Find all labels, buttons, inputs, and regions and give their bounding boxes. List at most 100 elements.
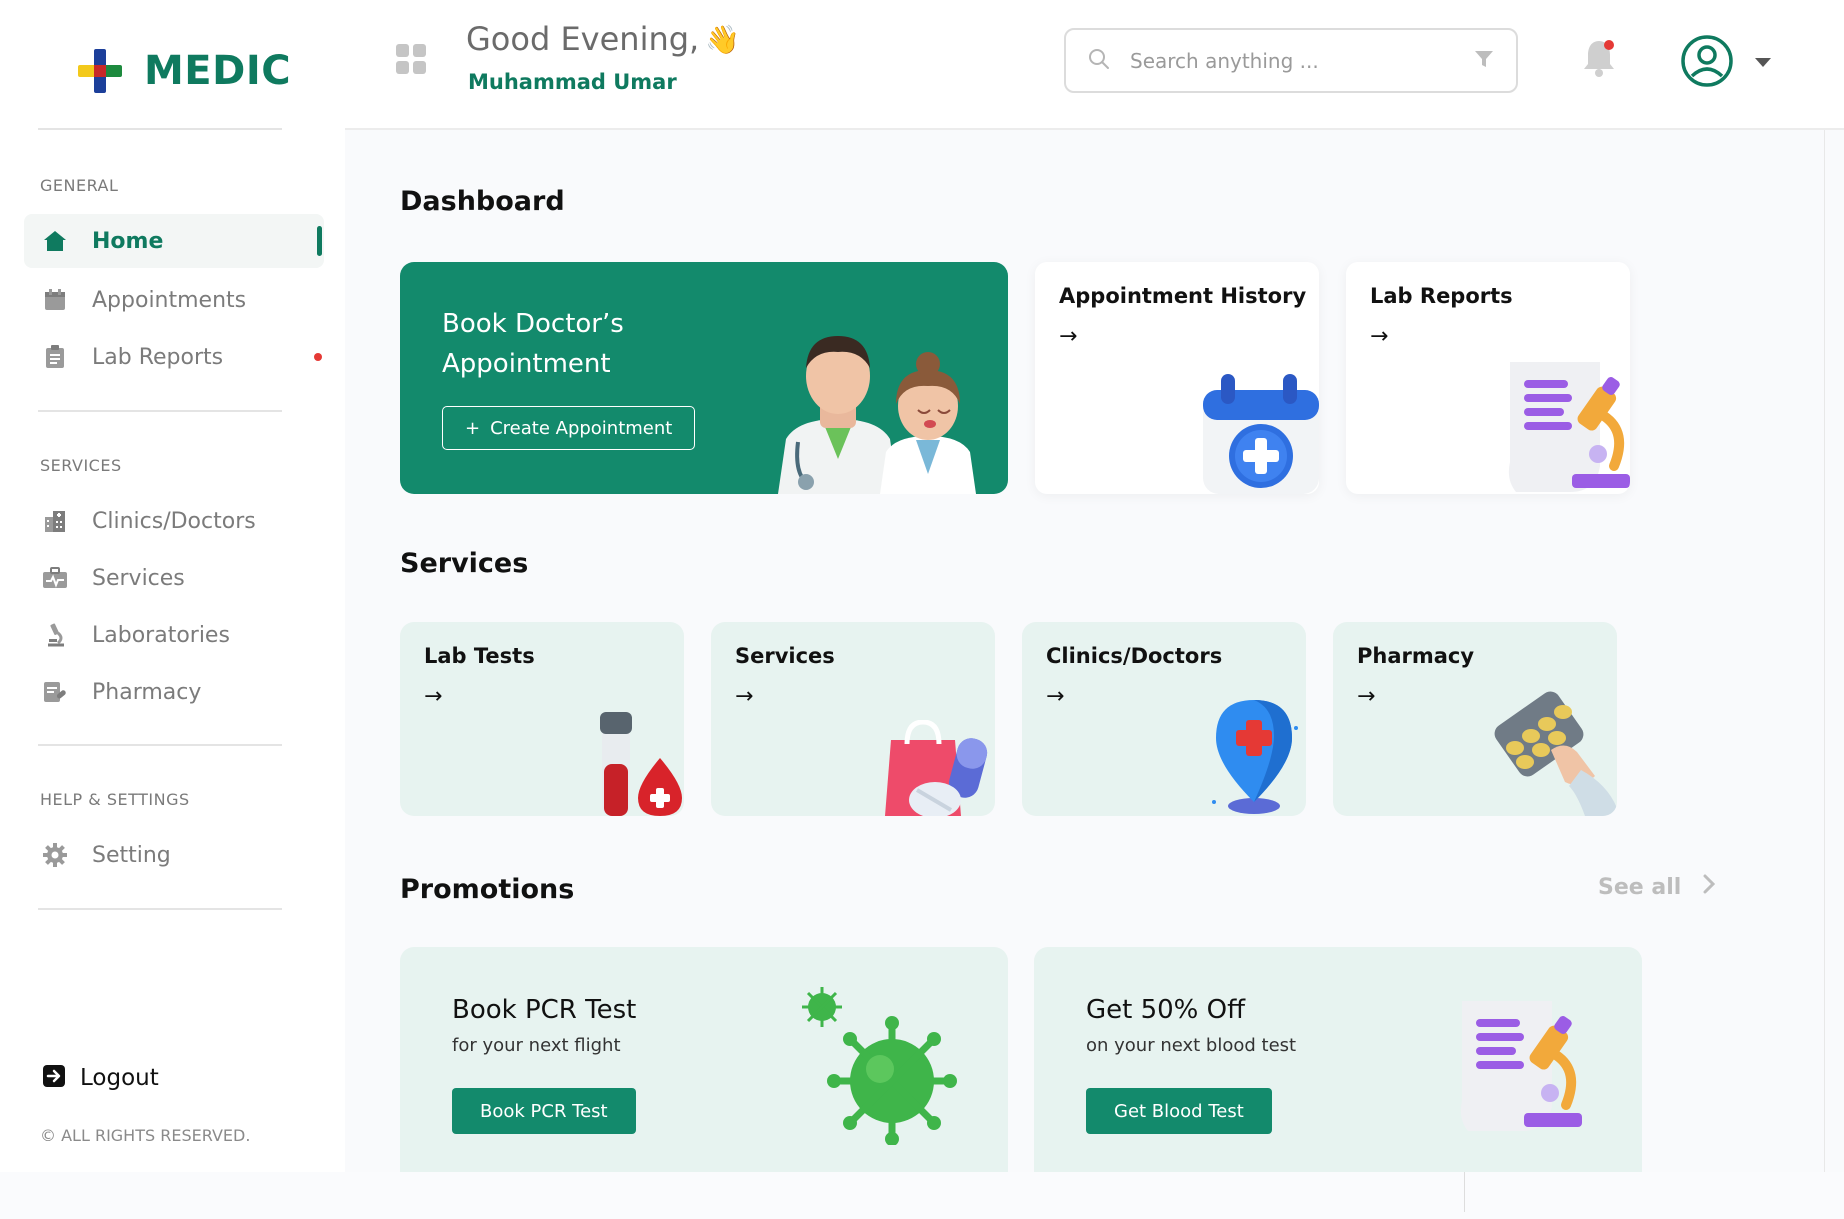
sidebar-item-lab-reports[interactable]: Lab Reports bbox=[24, 330, 324, 384]
brand-name: MEDIC bbox=[144, 48, 292, 94]
prescription-icon bbox=[42, 679, 68, 705]
user-avatar[interactable] bbox=[1680, 34, 1734, 92]
lab-tests-card[interactable]: Lab Tests → bbox=[400, 622, 684, 816]
apps-grid-icon[interactable] bbox=[396, 44, 426, 78]
book-appointment-card: Book Doctor’s Appointment + Create Appoi… bbox=[400, 262, 1008, 494]
book-pcr-test-button[interactable]: Book PCR Test bbox=[452, 1088, 636, 1134]
search-input[interactable] bbox=[1130, 48, 1454, 73]
waving-hand-icon: 👋 bbox=[705, 22, 741, 56]
footer-divider bbox=[1464, 1172, 1465, 1212]
dashboard-heading: Dashboard bbox=[400, 186, 565, 217]
sidebar-divider bbox=[38, 744, 282, 746]
sidebar-item-setting[interactable]: Setting bbox=[24, 828, 324, 882]
search-icon bbox=[1088, 48, 1110, 74]
calendar-plus-icon bbox=[1203, 374, 1319, 494]
sidebar-item-appointments[interactable]: Appointments bbox=[24, 273, 324, 327]
promo-card-blood-test: Get 50% Off on your next blood test Get … bbox=[1034, 947, 1642, 1172]
sidebar-item-label: Services bbox=[92, 565, 185, 591]
virus-icon bbox=[802, 987, 957, 1145]
sidebar-divider bbox=[38, 908, 282, 910]
sidebar-divider bbox=[38, 128, 282, 130]
chevron-down-icon[interactable] bbox=[1754, 54, 1772, 73]
location-pin-icon bbox=[1212, 700, 1298, 814]
promo-subtitle: on your next blood test bbox=[1086, 1035, 1297, 1056]
doctors-illustration bbox=[778, 336, 976, 494]
medicine-bag-icon bbox=[885, 720, 988, 816]
card-title: Lab Tests bbox=[424, 644, 535, 668]
microscope-icon bbox=[42, 622, 68, 648]
promo-subtitle: for your next flight bbox=[452, 1035, 621, 1056]
lab-report-microscope-icon bbox=[1508, 362, 1630, 492]
user-name: Muhammad Umar bbox=[468, 70, 677, 94]
sidebar-item-label: Pharmacy bbox=[92, 679, 202, 705]
calendar-icon bbox=[42, 287, 68, 313]
sidebar-item-laboratories[interactable]: Laboratories bbox=[24, 608, 324, 662]
lab-report-microscope-icon bbox=[1460, 1001, 1582, 1131]
notification-dot bbox=[314, 353, 322, 361]
logout-icon bbox=[42, 1064, 66, 1092]
content-edge bbox=[1824, 130, 1825, 1172]
section-label-services: SERVICES bbox=[40, 456, 122, 475]
sidebar-item-label: Lab Reports bbox=[92, 344, 224, 370]
sidebar-divider bbox=[38, 410, 282, 412]
brand-logo[interactable]: MEDIC bbox=[78, 48, 291, 94]
filter-icon[interactable] bbox=[1474, 49, 1494, 73]
greeting-text: Good Evening, bbox=[466, 20, 700, 58]
page-footer-strip bbox=[0, 1172, 1844, 1219]
sidebar-item-label: Laboratories bbox=[92, 622, 230, 648]
card-title: Lab Reports bbox=[1370, 284, 1513, 308]
create-appointment-label: Create Appointment bbox=[490, 417, 673, 439]
plus-icon: + bbox=[465, 417, 481, 439]
clipboard-icon bbox=[42, 344, 68, 370]
appointment-history-card[interactable]: Appointment History → bbox=[1035, 262, 1319, 494]
services-card[interactable]: Services → bbox=[711, 622, 995, 816]
card-title: Clinics/Doctors bbox=[1046, 644, 1223, 668]
promo-title: Book PCR Test bbox=[452, 995, 637, 1025]
pharmacy-card[interactable]: Pharmacy → bbox=[1333, 622, 1617, 816]
promo-card-pcr: Book PCR Test for your next flight Book … bbox=[400, 947, 1008, 1172]
pill-blister-icon bbox=[1494, 691, 1617, 816]
see-all-label: See all bbox=[1598, 874, 1682, 900]
medical-bag-icon bbox=[42, 565, 68, 591]
hospital-building-icon bbox=[42, 508, 68, 534]
logout-button[interactable]: Logout bbox=[42, 1064, 159, 1092]
search-bar bbox=[1064, 28, 1518, 93]
clinics-doctors-card[interactable]: Clinics/Doctors → bbox=[1022, 622, 1306, 816]
sidebar-item-label: Clinics/Doctors bbox=[92, 508, 256, 534]
arrow-right-icon: → bbox=[1059, 324, 1078, 349]
sidebar-item-label: Appointments bbox=[92, 287, 247, 313]
arrow-right-icon: → bbox=[1357, 684, 1376, 709]
sidebar-item-clinics-doctors[interactable]: Clinics/Doctors bbox=[24, 494, 324, 548]
sidebar-item-services[interactable]: Services bbox=[24, 551, 324, 605]
logout-label: Logout bbox=[80, 1065, 159, 1091]
arrow-right-icon: → bbox=[735, 684, 754, 709]
card-title: Appointment History bbox=[1059, 284, 1307, 308]
chevron-right-icon bbox=[1703, 874, 1716, 900]
services-heading: Services bbox=[400, 548, 529, 579]
arrow-right-icon: → bbox=[1046, 684, 1065, 709]
create-appointment-button[interactable]: + Create Appointment bbox=[442, 406, 696, 450]
blood-test-tube-icon bbox=[600, 712, 682, 816]
promo-title: Get 50% Off bbox=[1086, 995, 1246, 1025]
arrow-right-icon: → bbox=[1370, 324, 1389, 349]
sidebar-item-home[interactable]: Home bbox=[24, 214, 324, 268]
card-title: Services bbox=[735, 644, 835, 668]
sidebar: MEDIC GENERAL Home Appointments Lab Repo… bbox=[0, 0, 345, 1172]
section-label-general: GENERAL bbox=[40, 176, 119, 195]
notification-dot bbox=[1604, 40, 1614, 50]
sidebar-item-label: Setting bbox=[92, 842, 171, 868]
greeting: Good Evening, 👋 bbox=[466, 20, 740, 58]
medical-cross-icon bbox=[78, 49, 122, 93]
see-all-link[interactable]: See all bbox=[1598, 874, 1716, 900]
promotions-heading: Promotions bbox=[400, 874, 575, 905]
book-card-title: Book Doctor’s Appointment bbox=[442, 309, 624, 379]
sidebar-item-pharmacy[interactable]: Pharmacy bbox=[24, 665, 324, 719]
get-blood-test-button[interactable]: Get Blood Test bbox=[1086, 1088, 1272, 1134]
home-icon bbox=[42, 228, 68, 254]
card-title: Pharmacy bbox=[1357, 644, 1475, 668]
arrow-right-icon: → bbox=[424, 684, 443, 709]
gear-icon bbox=[42, 842, 68, 868]
lab-reports-card[interactable]: Lab Reports → bbox=[1346, 262, 1630, 494]
copyright-text: © ALL RIGHTS RESERVED. bbox=[40, 1126, 251, 1145]
sidebar-item-label: Home bbox=[92, 228, 164, 254]
